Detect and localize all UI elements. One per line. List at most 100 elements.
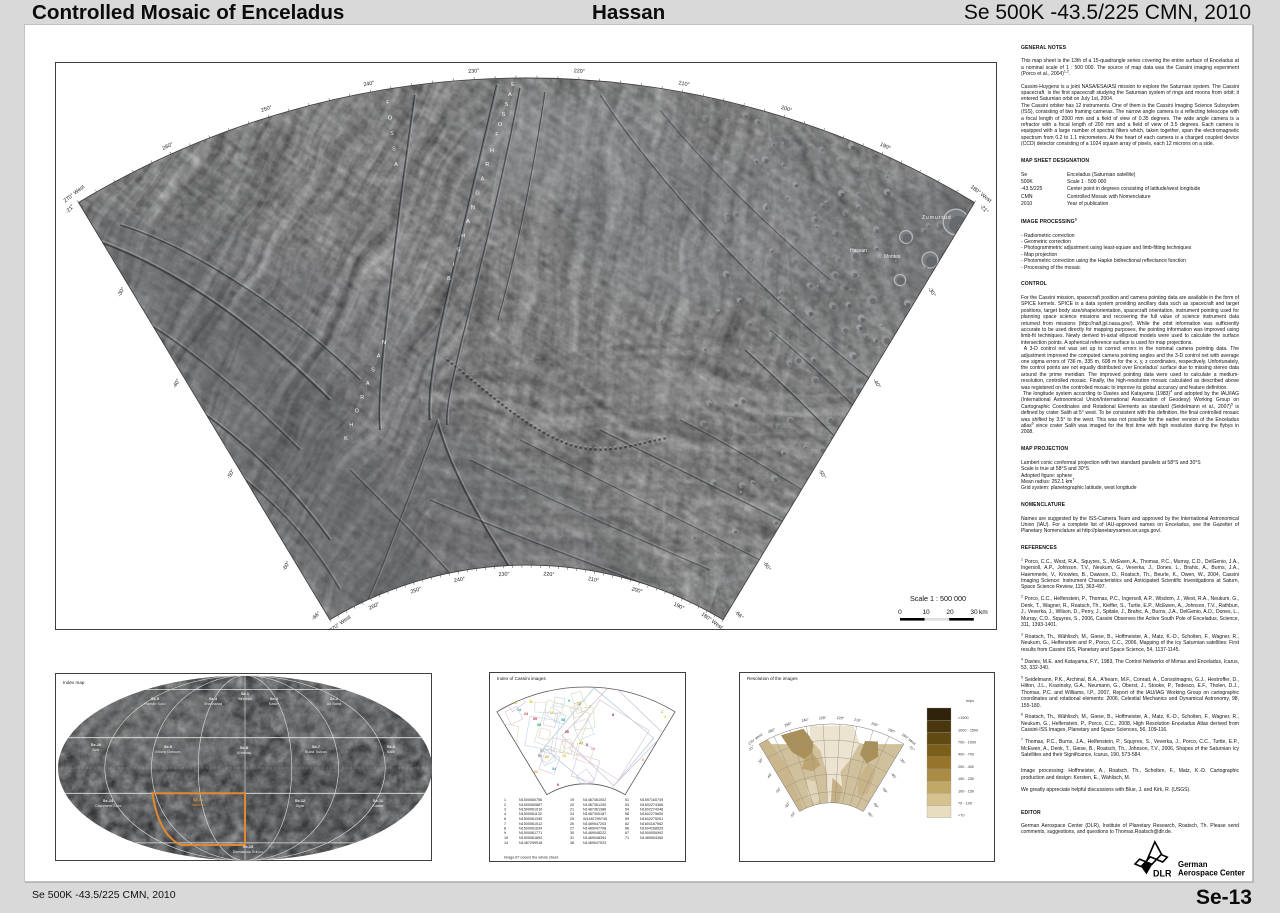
svg-text:Se-5: Se-5 bbox=[151, 697, 159, 701]
svg-text:Hassan: Hassan bbox=[192, 803, 205, 807]
svg-text:9: 9 bbox=[568, 699, 570, 703]
svg-text:Hamah Sulci: Hamah Sulci bbox=[144, 702, 166, 706]
svg-text:N1487300187: N1487300187 bbox=[583, 812, 606, 816]
svg-text:N1487361386: N1487361386 bbox=[583, 808, 606, 812]
svg-text:-21°: -21° bbox=[978, 204, 989, 215]
svg-text:59: 59 bbox=[625, 817, 629, 821]
svg-text:Se-8: Se-8 bbox=[240, 746, 248, 750]
svg-text:51: 51 bbox=[625, 798, 629, 802]
svg-text:1000 - 1500: 1000 - 1500 bbox=[958, 728, 978, 732]
svg-text:N: N bbox=[382, 340, 386, 346]
svg-text:<70: <70 bbox=[958, 814, 964, 818]
svg-text:N1489048222: N1489048222 bbox=[583, 831, 606, 835]
svg-text:A: A bbox=[508, 92, 512, 98]
svg-text:250°: 250° bbox=[260, 105, 272, 114]
svg-text:-30°: -30° bbox=[757, 757, 764, 765]
svg-text:220°: 220° bbox=[574, 68, 586, 75]
svg-text:55: 55 bbox=[538, 754, 542, 758]
svg-text:-30°: -30° bbox=[926, 286, 936, 298]
svg-text:15: 15 bbox=[577, 702, 581, 706]
svg-text:Se-15: Se-15 bbox=[243, 845, 253, 849]
svg-text:54: 54 bbox=[625, 808, 629, 812]
svg-text:Bulak Sulcus: Bulak Sulcus bbox=[305, 750, 327, 754]
svg-text:66: 66 bbox=[625, 827, 629, 831]
svg-text:-40°: -40° bbox=[871, 378, 881, 390]
svg-text:N1597160749: N1597160749 bbox=[640, 798, 663, 802]
svg-text:230°: 230° bbox=[498, 571, 510, 578]
svg-text:A: A bbox=[481, 176, 485, 182]
svg-text:A: A bbox=[377, 354, 381, 360]
svg-text:200°: 200° bbox=[871, 722, 880, 728]
svg-text:220°: 220° bbox=[543, 571, 555, 578]
svg-text:30: 30 bbox=[970, 609, 978, 616]
svg-text:-30°: -30° bbox=[116, 286, 126, 298]
svg-text:H: H bbox=[490, 148, 494, 154]
svg-text:-50°: -50° bbox=[226, 468, 236, 480]
svg-text:9: 9 bbox=[504, 831, 506, 835]
svg-text:4: 4 bbox=[652, 757, 654, 761]
svg-text:S: S bbox=[371, 367, 375, 373]
svg-text:21: 21 bbox=[545, 755, 549, 759]
svg-text:260°: 260° bbox=[767, 727, 776, 734]
svg-text:S: S bbox=[392, 147, 396, 153]
svg-text:O: O bbox=[388, 116, 393, 122]
svg-text:-50°: -50° bbox=[775, 786, 782, 794]
svg-text:Shahrazad: Shahrazad bbox=[204, 702, 222, 706]
svg-text:190°: 190° bbox=[672, 602, 685, 612]
svg-text:-66°: -66° bbox=[789, 810, 796, 818]
svg-text:-50°: -50° bbox=[881, 787, 888, 795]
svg-text:260°: 260° bbox=[162, 142, 175, 152]
svg-text:5: 5 bbox=[586, 743, 588, 747]
svg-text:10: 10 bbox=[922, 609, 930, 616]
svg-text:G: G bbox=[476, 191, 480, 197]
svg-text:250°: 250° bbox=[784, 721, 793, 727]
svg-text:400 - 700: 400 - 700 bbox=[958, 753, 974, 757]
svg-text:H: H bbox=[349, 422, 353, 428]
svg-text:N1500050992: N1500050992 bbox=[640, 831, 663, 835]
svg-text:Se-3: Se-3 bbox=[270, 697, 278, 701]
svg-text:27: 27 bbox=[570, 827, 574, 831]
svg-text:Sindbad: Sindbad bbox=[238, 697, 252, 701]
svg-text:-66°: -66° bbox=[866, 811, 873, 819]
svg-text:260°: 260° bbox=[368, 602, 381, 612]
svg-text:>1500: >1500 bbox=[958, 716, 969, 720]
svg-text:8: 8 bbox=[612, 713, 614, 717]
svg-text:14: 14 bbox=[504, 841, 508, 845]
svg-text:18: 18 bbox=[562, 754, 566, 758]
svg-text:200°: 200° bbox=[780, 105, 792, 114]
svg-text:25: 25 bbox=[570, 817, 574, 821]
svg-text:N1500061132: N1500061132 bbox=[519, 812, 542, 816]
svg-text:26: 26 bbox=[565, 730, 569, 734]
svg-text:19: 19 bbox=[570, 798, 574, 802]
svg-text:7: 7 bbox=[504, 822, 506, 826]
svg-text:240°: 240° bbox=[454, 576, 466, 584]
svg-text:34: 34 bbox=[552, 767, 556, 771]
svg-text:100 - 150: 100 - 150 bbox=[958, 789, 974, 793]
svg-text:N1500061390: N1500061390 bbox=[519, 817, 542, 821]
svg-text:-30°: -30° bbox=[899, 757, 906, 765]
svg-text:-21°: -21° bbox=[65, 204, 76, 215]
svg-text:71: 71 bbox=[625, 836, 629, 840]
svg-text:70 - 100: 70 - 100 bbox=[958, 802, 972, 806]
svg-text:S: S bbox=[457, 248, 461, 254]
svg-text:50: 50 bbox=[529, 700, 533, 704]
svg-text:km: km bbox=[979, 609, 988, 616]
svg-text:Kasim: Kasim bbox=[269, 702, 280, 706]
svg-text:S: S bbox=[505, 102, 509, 108]
svg-text:250°: 250° bbox=[410, 586, 422, 595]
svg-text:Damascus Sulcus: Damascus Sulcus bbox=[233, 850, 263, 854]
svg-text:57: 57 bbox=[540, 749, 544, 753]
svg-text:Se-9: Se-9 bbox=[164, 745, 172, 749]
svg-text:-60°: -60° bbox=[784, 801, 791, 809]
svg-text:Image 67 covers the whole shee: Image 67 covers the whole sheet. bbox=[504, 856, 559, 860]
svg-text:38: 38 bbox=[570, 841, 574, 845]
svg-text:24: 24 bbox=[570, 812, 574, 816]
svg-text:Index map: Index map bbox=[63, 680, 85, 685]
svg-text:0: 0 bbox=[898, 609, 902, 616]
svg-text:3: 3 bbox=[664, 715, 666, 719]
svg-text:210°: 210° bbox=[587, 576, 599, 584]
svg-text:1: 1 bbox=[504, 798, 506, 802]
svg-text:-40°: -40° bbox=[172, 378, 182, 390]
svg-text:56: 56 bbox=[521, 695, 525, 699]
svg-text:Aziz: Aziz bbox=[92, 748, 99, 752]
